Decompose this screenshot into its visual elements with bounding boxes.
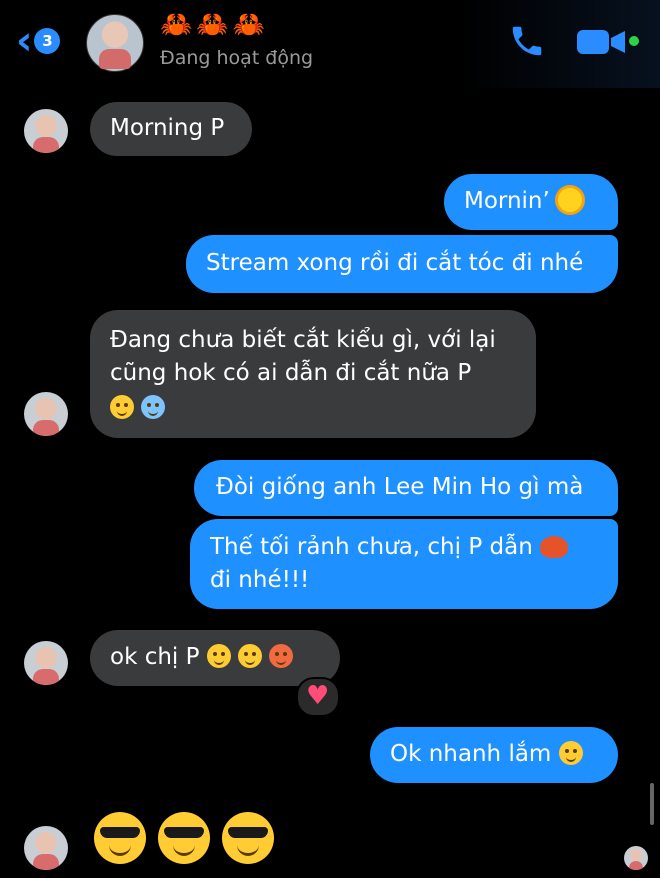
message-bubble-outgoing[interactable]: Ok nhanh lắm xyxy=(370,727,618,783)
avatar[interactable] xyxy=(24,641,68,685)
chat-header: ‹ 3 🦀🦀🦀 Đang hoạt động xyxy=(0,0,660,88)
avatar[interactable] xyxy=(24,109,68,153)
avatar[interactable] xyxy=(24,392,68,436)
avatar[interactable] xyxy=(24,826,68,870)
message-bubble-outgoing[interactable]: Đòi giống anh Lee Min Ho gì mà xyxy=(194,460,618,516)
message-text: ok chị P xyxy=(110,644,200,670)
upside-down-face-emoji xyxy=(206,644,231,668)
message-line: đi nhé!!! xyxy=(210,567,310,593)
message-bubble-incoming[interactable]: Đang chưa biết cắt kiểu gì, với lại cũng… xyxy=(90,310,536,438)
message-bubble-outgoing[interactable]: Mornin’ xyxy=(444,174,618,230)
message-bubble-incoming[interactable]: Morning P xyxy=(90,102,252,156)
unread-count-badge: 3 xyxy=(34,28,61,54)
crab-emoji xyxy=(540,536,569,558)
message-line: Đang chưa biết cắt kiểu gì, với lại xyxy=(110,327,496,353)
message-bubble-incoming[interactable]: ok chị P xyxy=(90,630,340,686)
active-status: Đang hoạt động xyxy=(160,47,314,69)
message-line: cũng hok có ai dẫn đi cắt nữa P xyxy=(110,360,472,386)
chevron-left-icon: ‹ xyxy=(16,18,33,64)
video-camera-icon[interactable] xyxy=(576,27,626,57)
seen-avatar xyxy=(624,846,648,870)
message-bubble-outgoing[interactable]: Stream xong rồi đi cắt tóc đi nhé xyxy=(186,235,618,293)
sunglasses-face-emoji[interactable] xyxy=(222,812,274,864)
online-indicator xyxy=(629,36,639,46)
message-line: Thế tối rảnh chưa, chị P dẫn xyxy=(210,534,533,560)
hugging-face-emoji xyxy=(238,644,263,668)
contact-avatar[interactable] xyxy=(86,14,144,72)
eye-roll-emoji xyxy=(110,395,134,419)
unamused-face-emoji xyxy=(558,741,583,765)
message-text: Stream xong rồi đi cắt tóc đi nhé xyxy=(206,250,584,276)
message-text: Mornin’ xyxy=(464,188,550,214)
back-button[interactable]: ‹ 3 xyxy=(16,18,61,64)
crying-emoji xyxy=(141,395,166,419)
sunglasses-face-emoji[interactable] xyxy=(158,812,210,864)
sun-emoji xyxy=(557,188,582,212)
message-text: Morning P xyxy=(110,115,225,141)
angry-face-emoji xyxy=(269,644,294,668)
scrollbar[interactable] xyxy=(650,783,654,825)
message-text: Đòi giống anh Lee Min Ho gì mà xyxy=(216,474,584,500)
message-text: Ok nhanh lắm xyxy=(390,741,552,767)
contact-name-emojis[interactable]: 🦀🦀🦀 xyxy=(160,10,269,40)
phone-icon[interactable] xyxy=(508,22,546,60)
heart-reaction-icon[interactable] xyxy=(296,677,340,717)
sunglasses-face-emoji[interactable] xyxy=(94,812,146,864)
message-bubble-outgoing[interactable]: Thế tối rảnh chưa, chị P dẫn đi nhé!!! xyxy=(190,519,618,609)
